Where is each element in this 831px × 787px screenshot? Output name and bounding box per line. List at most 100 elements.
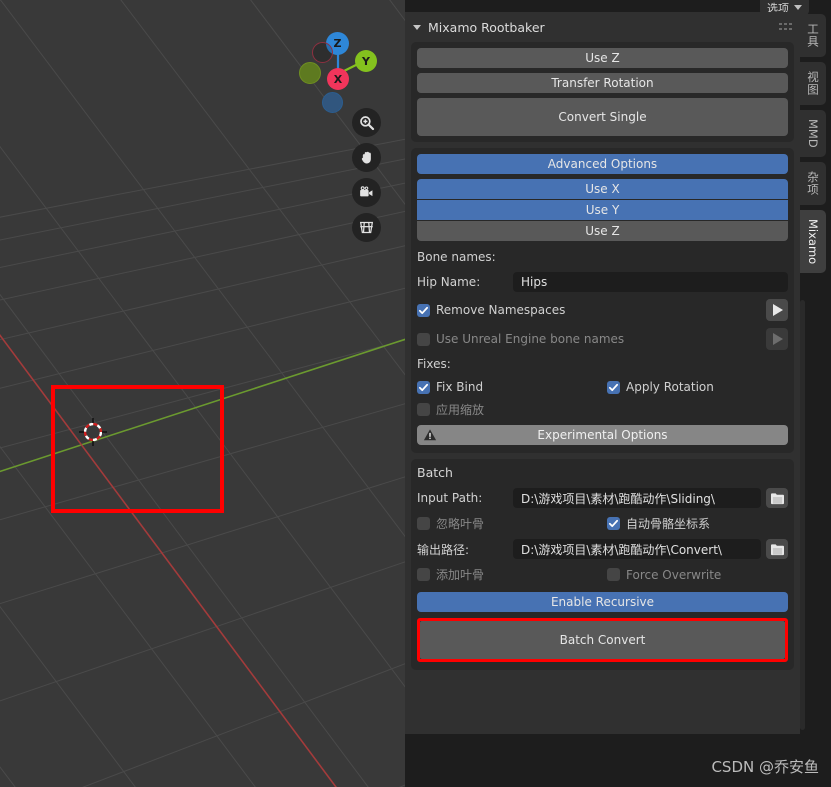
panel-scrollbar[interactable]: [800, 300, 805, 730]
apply-scale-row: 应用缩放: [417, 401, 788, 418]
force-overwrite-label: Force Overwrite: [626, 567, 722, 582]
remove-namespaces-label: Remove Namespaces: [436, 303, 566, 317]
play-icon: [773, 333, 783, 345]
zoom-in-icon[interactable]: [352, 108, 381, 137]
apply-rotation-checkbox[interactable]: Apply Rotation: [607, 380, 714, 394]
batch-flags-row-1: 忽略叶骨 自动骨骼坐标系: [417, 515, 788, 532]
unreal-bone-names-label: Use Unreal Engine bone names: [436, 332, 625, 346]
add-leaf-bones-checkbox[interactable]: 添加叶骨: [417, 566, 607, 583]
hip-name-row: Hip Name: Hips: [417, 272, 788, 292]
experimental-options-label: Experimental Options: [537, 428, 668, 442]
experimental-options-button[interactable]: Experimental Options: [417, 425, 788, 445]
checkbox-box: [417, 380, 430, 394]
advanced-options-header-button[interactable]: Advanced Options: [417, 154, 788, 174]
properties-panel: Mixamo Rootbaker Use Z Transfer Rotation…: [405, 12, 800, 734]
enable-recursive-button[interactable]: Enable Recursive: [417, 592, 788, 612]
apply-rotation-label: Apply Rotation: [626, 380, 714, 394]
remove-namespaces-run-button[interactable]: [766, 299, 788, 321]
viewport-nav-tools: [352, 108, 384, 248]
chevron-down-icon: [413, 24, 421, 30]
unreal-bone-names-run-button[interactable]: [766, 328, 788, 350]
panel-grip-handle[interactable]: [779, 23, 792, 31]
gizmo-axis-neg-x[interactable]: [312, 42, 333, 63]
input-path-input[interactable]: D:\游戏项目\素材\跑酷动作\Sliding\: [513, 488, 761, 508]
hip-name-input[interactable]: Hips: [513, 272, 788, 292]
fix-bind-checkbox[interactable]: Fix Bind: [417, 380, 607, 394]
panel-header[interactable]: Mixamo Rootbaker: [405, 12, 800, 42]
folder-icon: [770, 492, 784, 504]
checkbox-box: [607, 517, 620, 530]
batch-convert-button[interactable]: Batch Convert: [420, 621, 785, 659]
play-icon: [773, 304, 783, 316]
grid-icon[interactable]: [352, 213, 381, 242]
chevron-down-icon: [794, 5, 802, 10]
camera-icon[interactable]: [352, 178, 381, 207]
warning-icon: [423, 429, 437, 441]
checkbox-box: [417, 403, 430, 416]
batch-group: Batch Input Path: D:\游戏项目\素材\跑酷动作\Slidin…: [411, 459, 794, 670]
output-path-browse-button[interactable]: [766, 539, 788, 559]
use-x-button[interactable]: Use X: [417, 179, 788, 199]
checkbox-box: [607, 380, 620, 394]
checkbox-box: [417, 332, 430, 346]
tab-tools[interactable]: 工具: [800, 14, 826, 57]
hand-icon[interactable]: [352, 143, 381, 172]
hip-name-label: Hip Name:: [417, 275, 481, 289]
auto-bone-coords-label: 自动骨骼坐标系: [626, 517, 711, 531]
batch-convert-highlight: Batch Convert: [417, 618, 788, 662]
convert-single-button[interactable]: Convert Single: [417, 98, 788, 136]
checkbox-box: [417, 303, 430, 317]
page-title: Mixamo Rootbaker: [428, 19, 545, 35]
output-path-input[interactable]: D:\游戏项目\素材\跑酷动作\Convert\: [513, 539, 761, 559]
3d-viewport[interactable]: Z Y X: [0, 0, 405, 787]
checkbox-box: [417, 568, 430, 581]
force-overwrite-checkbox[interactable]: Force Overwrite: [607, 568, 721, 582]
fixes-label: Fixes:: [417, 357, 451, 371]
auto-bone-coords-checkbox[interactable]: 自动骨骼坐标系: [607, 515, 710, 532]
unreal-bone-names-checkbox[interactable]: Use Unreal Engine bone names: [417, 332, 766, 346]
output-path-row: 输出路径: D:\游戏项目\素材\跑酷动作\Convert\: [417, 539, 788, 559]
input-path-row: Input Path: D:\游戏项目\素材\跑酷动作\Sliding\: [417, 488, 788, 508]
bone-names-label: Bone names:: [417, 250, 496, 264]
watermark: CSDN @乔安鱼: [711, 758, 819, 776]
use-z-button[interactable]: Use Z: [417, 48, 788, 68]
unreal-bone-names-row: Use Unreal Engine bone names: [417, 328, 788, 350]
use-z-axis-button[interactable]: Use Z: [417, 221, 788, 241]
ignore-leaf-bones-checkbox[interactable]: 忽略叶骨: [417, 515, 607, 532]
output-path-label: 输出路径:: [417, 542, 470, 557]
annotation-rectangle: [51, 385, 224, 513]
folder-icon: [770, 543, 784, 555]
fixes-row: Fix Bind Apply Rotation: [417, 380, 788, 394]
ignore-leaf-bones-label: 忽略叶骨: [436, 517, 485, 531]
tab-mixamo[interactable]: Mixamo: [800, 209, 826, 273]
remove-namespaces-row: Remove Namespaces: [417, 299, 788, 321]
gizmo-z-label: Z: [333, 37, 342, 50]
advanced-options-group: Advanced Options Use X Use Y Use Z Bone …: [411, 148, 794, 453]
x-axis-line: [0, 333, 337, 787]
checkbox-box: [607, 568, 620, 581]
gizmo-axis-neg-z[interactable]: [322, 92, 343, 113]
tab-view[interactable]: 视图: [800, 62, 826, 105]
apply-scale-checkbox[interactable]: 应用缩放: [417, 401, 484, 418]
use-y-button[interactable]: Use Y: [417, 200, 788, 220]
transfer-rotation-button[interactable]: Transfer Rotation: [417, 73, 788, 93]
input-path-browse-button[interactable]: [766, 488, 788, 508]
gizmo-axis-y[interactable]: Y: [355, 50, 377, 72]
remove-namespaces-checkbox[interactable]: Remove Namespaces: [417, 303, 766, 317]
fix-bind-label: Fix Bind: [436, 380, 484, 394]
axis-button-group: Use X Use Y Use Z: [417, 179, 788, 241]
add-leaf-bones-label: 添加叶骨: [436, 568, 485, 582]
gizmo-x-label: X: [333, 72, 343, 86]
navigation-gizmo[interactable]: Z Y X: [292, 12, 392, 122]
apply-scale-label: 应用缩放: [436, 403, 485, 417]
tab-misc[interactable]: 杂项: [800, 161, 826, 205]
top-actions-group: Use Z Transfer Rotation Convert Single: [411, 42, 794, 142]
tab-mmd[interactable]: MMD: [800, 110, 826, 157]
blender-window: Z Y X 选项 Mixamo Rootbaker Use Z Transfer…: [0, 0, 831, 787]
gizmo-axis-x[interactable]: X: [327, 68, 349, 90]
vertical-tab-strip: 工具 视图 MMD 杂项 Mixamo: [800, 14, 831, 294]
batch-section-title: Batch: [417, 465, 453, 480]
gizmo-y-label: Y: [362, 54, 370, 68]
gizmo-axis-neg-y[interactable]: [299, 62, 321, 84]
input-path-label: Input Path:: [417, 491, 483, 505]
